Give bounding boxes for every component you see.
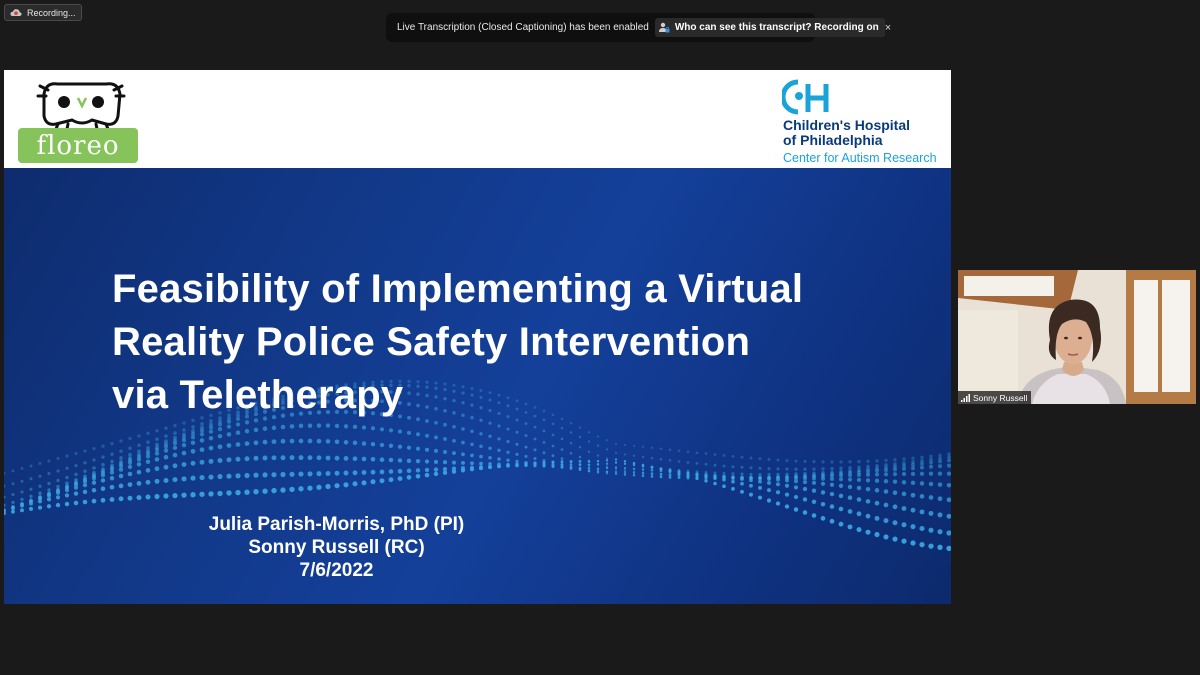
slide-title-line: via Teletherapy bbox=[112, 373, 404, 417]
slide-body: Feasibility of Implementing a Virtual Re… bbox=[4, 168, 951, 604]
shared-slide: floreo Children's Hospital of Philadelph… bbox=[4, 70, 951, 604]
recording-indicator[interactable]: Recording... bbox=[4, 4, 82, 21]
author-line: Julia Parish-Morris, PhD (PI) bbox=[208, 514, 465, 535]
chop-name: Children's Hospital of Philadelphia bbox=[783, 118, 910, 148]
floreo-logo: floreo bbox=[18, 76, 140, 164]
transcript-visibility-button[interactable]: Who can see this transcript? Recording o… bbox=[654, 18, 885, 37]
floreo-mascot-icon bbox=[36, 82, 126, 136]
slide-title-line: Feasibility of Implementing a Virtual bbox=[112, 267, 804, 311]
chop-logo: Children's Hospital of Philadelphia Cent… bbox=[782, 78, 942, 166]
participant-name-tag: Sonny Russell bbox=[958, 391, 1032, 404]
slide-header: floreo Children's Hospital of Philadelph… bbox=[4, 70, 951, 168]
recording-label: Recording... bbox=[27, 7, 76, 18]
connection-signal-icon bbox=[961, 393, 970, 402]
slide-title-line: Reality Police Safety Intervention bbox=[112, 320, 751, 364]
close-banner-button[interactable]: × bbox=[885, 21, 891, 35]
presentation-date: 7/6/2022 bbox=[299, 560, 374, 581]
chop-name-line1: Children's Hospital bbox=[783, 117, 911, 133]
participant-video-feed bbox=[958, 270, 1196, 404]
recording-cloud-icon bbox=[10, 8, 22, 17]
floreo-wordmark: floreo bbox=[18, 128, 138, 163]
close-icon: × bbox=[884, 21, 892, 34]
slide-authors: Julia Parish-Morris, PhD (PI) Sonny Russ… bbox=[184, 513, 489, 582]
transcript-visibility-label: Who can see this transcript? Recording o… bbox=[674, 22, 879, 33]
chop-emblem-icon bbox=[782, 79, 829, 115]
chop-subtitle: Center for Autism Research bbox=[783, 151, 937, 165]
transcription-message: Live Transcription (Closed Captioning) h… bbox=[397, 22, 649, 33]
transcription-banner: Live Transcription (Closed Captioning) h… bbox=[386, 13, 891, 42]
slide-title: Feasibility of Implementing a Virtual Re… bbox=[112, 263, 872, 422]
chop-name-line2: of Philadelphia bbox=[783, 132, 883, 148]
participant-video-tile[interactable]: Sonny Russell bbox=[958, 270, 1196, 404]
person-lock-icon bbox=[658, 22, 670, 33]
participant-name: Sonny Russell bbox=[973, 392, 1028, 403]
author-line: Sonny Russell (RC) bbox=[248, 537, 425, 558]
